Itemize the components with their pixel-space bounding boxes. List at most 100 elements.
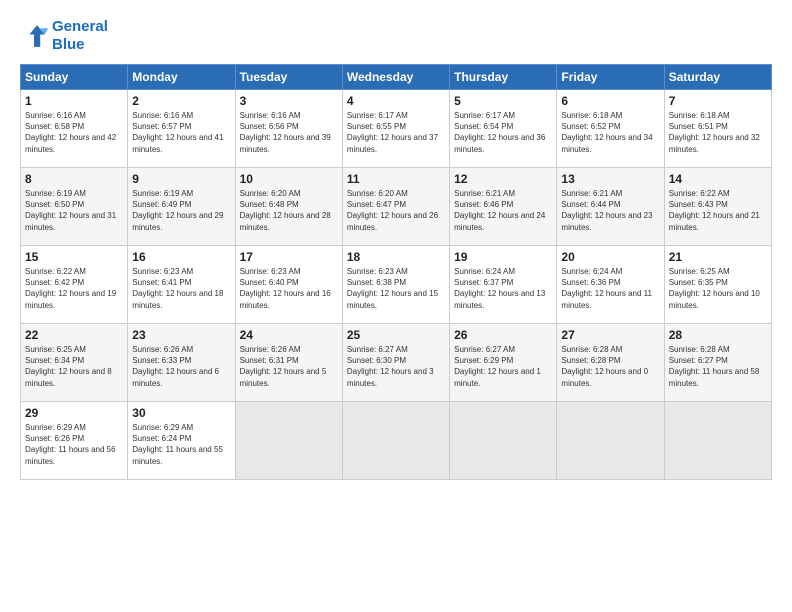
day-number: 12 bbox=[454, 172, 552, 186]
day-info: Sunrise: 6:21 AMSunset: 6:46 PMDaylight:… bbox=[454, 189, 545, 232]
day-info: Sunrise: 6:29 AMSunset: 6:26 PMDaylight:… bbox=[25, 423, 116, 466]
logo-icon bbox=[20, 22, 48, 50]
day-cell bbox=[450, 402, 557, 480]
day-number: 4 bbox=[347, 94, 445, 108]
day-cell: 13 Sunrise: 6:21 AMSunset: 6:44 PMDayligh… bbox=[557, 168, 664, 246]
day-info: Sunrise: 6:24 AMSunset: 6:36 PMDaylight:… bbox=[561, 267, 652, 310]
day-number: 1 bbox=[25, 94, 123, 108]
day-cell: 19 Sunrise: 6:24 AMSunset: 6:37 PMDayligh… bbox=[450, 246, 557, 324]
day-info: Sunrise: 6:16 AMSunset: 6:56 PMDaylight:… bbox=[240, 111, 331, 154]
day-number: 16 bbox=[132, 250, 230, 264]
day-cell: 15 Sunrise: 6:22 AMSunset: 6:42 PMDayligh… bbox=[21, 246, 128, 324]
day-info: Sunrise: 6:24 AMSunset: 6:37 PMDaylight:… bbox=[454, 267, 545, 310]
day-number: 25 bbox=[347, 328, 445, 342]
day-number: 28 bbox=[669, 328, 767, 342]
day-cell: 16 Sunrise: 6:23 AMSunset: 6:41 PMDayligh… bbox=[128, 246, 235, 324]
day-number: 15 bbox=[25, 250, 123, 264]
day-cell: 21 Sunrise: 6:25 AMSunset: 6:35 PMDayligh… bbox=[664, 246, 771, 324]
page: General Blue Sunday Monday Tuesday Wedne… bbox=[0, 0, 792, 612]
day-cell: 30 Sunrise: 6:29 AMSunset: 6:24 PMDayligh… bbox=[128, 402, 235, 480]
day-cell: 14 Sunrise: 6:22 AMSunset: 6:43 PMDayligh… bbox=[664, 168, 771, 246]
day-cell: 24 Sunrise: 6:26 AMSunset: 6:31 PMDayligh… bbox=[235, 324, 342, 402]
day-cell: 6 Sunrise: 6:18 AMSunset: 6:52 PMDaylight… bbox=[557, 90, 664, 168]
day-cell: 17 Sunrise: 6:23 AMSunset: 6:40 PMDayligh… bbox=[235, 246, 342, 324]
day-cell: 29 Sunrise: 6:29 AMSunset: 6:26 PMDayligh… bbox=[21, 402, 128, 480]
col-wednesday: Wednesday bbox=[342, 65, 449, 90]
day-number: 8 bbox=[25, 172, 123, 186]
logo-text: General Blue bbox=[52, 18, 108, 54]
day-info: Sunrise: 6:21 AMSunset: 6:44 PMDaylight:… bbox=[561, 189, 652, 232]
day-cell: 2 Sunrise: 6:16 AMSunset: 6:57 PMDaylight… bbox=[128, 90, 235, 168]
day-cell: 12 Sunrise: 6:21 AMSunset: 6:46 PMDayligh… bbox=[450, 168, 557, 246]
day-info: Sunrise: 6:17 AMSunset: 6:54 PMDaylight:… bbox=[454, 111, 545, 154]
day-cell: 25 Sunrise: 6:27 AMSunset: 6:30 PMDayligh… bbox=[342, 324, 449, 402]
day-number: 29 bbox=[25, 406, 123, 420]
day-cell: 8 Sunrise: 6:19 AMSunset: 6:50 PMDaylight… bbox=[21, 168, 128, 246]
day-number: 11 bbox=[347, 172, 445, 186]
week-row-1: 1 Sunrise: 6:16 AMSunset: 6:58 PMDaylight… bbox=[21, 90, 772, 168]
day-info: Sunrise: 6:29 AMSunset: 6:24 PMDaylight:… bbox=[132, 423, 223, 466]
day-number: 22 bbox=[25, 328, 123, 342]
day-number: 5 bbox=[454, 94, 552, 108]
day-cell: 3Sunrise: 6:16 AMSunset: 6:56 PMDaylight… bbox=[235, 90, 342, 168]
day-info: Sunrise: 6:28 AMSunset: 6:28 PMDaylight:… bbox=[561, 345, 648, 388]
header: General Blue bbox=[20, 18, 772, 54]
day-number: 19 bbox=[454, 250, 552, 264]
day-cell: 20 Sunrise: 6:24 AMSunset: 6:36 PMDayligh… bbox=[557, 246, 664, 324]
day-info: Sunrise: 6:22 AMSunset: 6:43 PMDaylight:… bbox=[669, 189, 760, 232]
day-number: 20 bbox=[561, 250, 659, 264]
day-info: Sunrise: 6:23 AMSunset: 6:38 PMDaylight:… bbox=[347, 267, 438, 310]
day-number: 7 bbox=[669, 94, 767, 108]
day-cell: 28 Sunrise: 6:28 AMSunset: 6:27 PMDayligh… bbox=[664, 324, 771, 402]
day-info: Sunrise: 6:26 AMSunset: 6:31 PMDaylight:… bbox=[240, 345, 327, 388]
day-cell: 4 Sunrise: 6:17 AMSunset: 6:55 PMDaylight… bbox=[342, 90, 449, 168]
day-info: Sunrise: 6:25 AMSunset: 6:34 PMDaylight:… bbox=[25, 345, 112, 388]
logo: General Blue bbox=[20, 18, 108, 54]
day-number: 23 bbox=[132, 328, 230, 342]
day-number: 27 bbox=[561, 328, 659, 342]
day-cell: 18 Sunrise: 6:23 AMSunset: 6:38 PMDayligh… bbox=[342, 246, 449, 324]
day-number: 18 bbox=[347, 250, 445, 264]
day-info: Sunrise: 6:27 AMSunset: 6:29 PMDaylight:… bbox=[454, 345, 541, 388]
day-info: Sunrise: 6:28 AMSunset: 6:27 PMDaylight:… bbox=[669, 345, 760, 388]
week-row-3: 15 Sunrise: 6:22 AMSunset: 6:42 PMDayligh… bbox=[21, 246, 772, 324]
day-info: Sunrise: 6:18 AMSunset: 6:52 PMDaylight:… bbox=[561, 111, 652, 154]
week-row-5: 29 Sunrise: 6:29 AMSunset: 6:26 PMDayligh… bbox=[21, 402, 772, 480]
col-thursday: Thursday bbox=[450, 65, 557, 90]
day-cell bbox=[342, 402, 449, 480]
day-info: Sunrise: 6:26 AMSunset: 6:33 PMDaylight:… bbox=[132, 345, 219, 388]
day-cell: 23 Sunrise: 6:26 AMSunset: 6:33 PMDayligh… bbox=[128, 324, 235, 402]
day-info: Sunrise: 6:18 AMSunset: 6:51 PMDaylight:… bbox=[669, 111, 760, 154]
day-info: Sunrise: 6:16 AMSunset: 6:57 PMDaylight:… bbox=[132, 111, 223, 154]
day-info: Sunrise: 6:20 AMSunset: 6:48 PMDaylight:… bbox=[240, 189, 331, 232]
day-info: Sunrise: 6:17 AMSunset: 6:55 PMDaylight:… bbox=[347, 111, 438, 154]
day-cell bbox=[557, 402, 664, 480]
week-row-4: 22 Sunrise: 6:25 AMSunset: 6:34 PMDayligh… bbox=[21, 324, 772, 402]
day-number: 17 bbox=[240, 250, 338, 264]
day-number: 24 bbox=[240, 328, 338, 342]
day-info: Sunrise: 6:16 AMSunset: 6:58 PMDaylight:… bbox=[25, 111, 116, 154]
day-cell: 10Sunrise: 6:20 AMSunset: 6:48 PMDayligh… bbox=[235, 168, 342, 246]
day-number: 14 bbox=[669, 172, 767, 186]
day-number: 30 bbox=[132, 406, 230, 420]
day-cell bbox=[664, 402, 771, 480]
day-number: 6 bbox=[561, 94, 659, 108]
day-number: 9 bbox=[132, 172, 230, 186]
day-cell: 26Sunrise: 6:27 AMSunset: 6:29 PMDayligh… bbox=[450, 324, 557, 402]
day-number: 2 bbox=[132, 94, 230, 108]
day-cell: 27 Sunrise: 6:28 AMSunset: 6:28 PMDayligh… bbox=[557, 324, 664, 402]
day-info: Sunrise: 6:23 AMSunset: 6:40 PMDaylight:… bbox=[240, 267, 331, 310]
col-monday: Monday bbox=[128, 65, 235, 90]
day-cell: 22 Sunrise: 6:25 AMSunset: 6:34 PMDayligh… bbox=[21, 324, 128, 402]
day-number: 13 bbox=[561, 172, 659, 186]
day-info: Sunrise: 6:27 AMSunset: 6:30 PMDaylight:… bbox=[347, 345, 434, 388]
day-info: Sunrise: 6:22 AMSunset: 6:42 PMDaylight:… bbox=[25, 267, 116, 310]
col-saturday: Saturday bbox=[664, 65, 771, 90]
day-number: 21 bbox=[669, 250, 767, 264]
day-info: Sunrise: 6:25 AMSunset: 6:35 PMDaylight:… bbox=[669, 267, 760, 310]
col-friday: Friday bbox=[557, 65, 664, 90]
day-info: Sunrise: 6:23 AMSunset: 6:41 PMDaylight:… bbox=[132, 267, 223, 310]
col-tuesday: Tuesday bbox=[235, 65, 342, 90]
day-info: Sunrise: 6:19 AMSunset: 6:50 PMDaylight:… bbox=[25, 189, 116, 232]
day-cell: 9Sunrise: 6:19 AMSunset: 6:49 PMDaylight… bbox=[128, 168, 235, 246]
